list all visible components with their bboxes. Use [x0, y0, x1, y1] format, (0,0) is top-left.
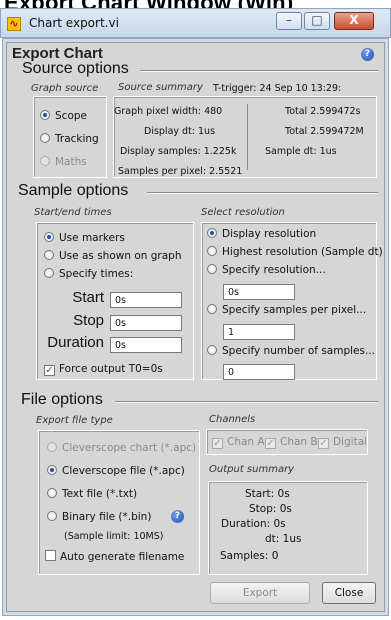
sample-limit-note: (Sample limit: 10MS): [64, 531, 164, 542]
stop-field[interactable]: 0s: [110, 315, 182, 331]
auto-filename-checkbox[interactable]: Auto generate filename: [45, 550, 184, 563]
output-duration: Duration: 0s: [221, 518, 286, 530]
highest-resolution-radio[interactable]: Highest resolution (Sample dt): [207, 246, 383, 258]
trigger-time: T-trigger: 24 Sep 10 13:29:: [213, 83, 342, 94]
summary-divider: [247, 104, 248, 170]
stop-label: Stop: [73, 312, 104, 329]
chan-b-checkbox[interactable]: ✓ Chan B: [265, 436, 318, 449]
duration-label: Duration: [47, 334, 104, 351]
app-icon: ∿: [7, 17, 21, 31]
digital-checkbox[interactable]: ✓ Digital: [318, 436, 367, 449]
radio-icon: [47, 488, 57, 498]
radio-icon: [44, 268, 54, 278]
sample-dt: Sample dt: 1us: [265, 146, 337, 157]
section-divider: [147, 192, 378, 194]
checkbox-icon: [45, 550, 56, 561]
window-title: Chart export.vi: [29, 16, 119, 30]
file-options-heading: File options: [21, 391, 103, 408]
cleverscope-file-radio[interactable]: Cleverscope file (*.apc): [47, 465, 185, 477]
resolution-field[interactable]: 0s: [223, 284, 295, 300]
start-end-times-label: Start/end times: [34, 207, 112, 218]
maximize-button[interactable]: □: [304, 12, 330, 30]
radio-icon: [44, 250, 54, 260]
radio-icon: [40, 156, 50, 166]
output-stop: Stop: 0s: [249, 503, 292, 515]
checkmark-icon: ✓: [44, 365, 55, 376]
display-dt: Display dt: 1us: [144, 126, 216, 137]
source-options-heading: Source options: [22, 60, 129, 77]
radio-icon: [47, 442, 57, 452]
select-resolution-label: Select resolution: [201, 207, 285, 218]
number-of-samples-field[interactable]: 0: [223, 364, 295, 380]
output-start: Start: 0s: [245, 488, 290, 500]
export-file-type-label: Export file type: [36, 415, 113, 426]
radio-icon: [40, 133, 50, 143]
display-samples: Display samples: 1.225k: [120, 146, 237, 157]
specify-samples-radio[interactable]: Specify number of samples...: [207, 345, 375, 357]
total-seconds: Total 2.599472s: [285, 106, 361, 117]
cleverscope-chart-radio[interactable]: Cleverscope chart (*.apc): [47, 442, 196, 454]
section-divider: [140, 70, 378, 72]
channels-label: Channels: [209, 414, 256, 425]
samples-per-pixel-field[interactable]: 1: [223, 324, 295, 340]
duration-field[interactable]: 0s: [110, 337, 182, 353]
chan-a-checkbox[interactable]: ✓ Chan A: [212, 436, 265, 449]
output-dt: dt: 1us: [265, 533, 302, 545]
checkmark-icon: ✓: [212, 438, 223, 449]
minimize-button[interactable]: –: [276, 12, 302, 30]
checkmark-icon: ✓: [265, 438, 276, 449]
radio-icon: [207, 304, 217, 314]
section-divider: [115, 401, 378, 403]
samples-per-pixel: Samples per pixel: 2.5521: [118, 166, 243, 177]
radio-icon: [207, 264, 217, 274]
radio-icon: [40, 110, 50, 120]
text-file-radio[interactable]: Text file (*.txt): [47, 488, 137, 500]
radio-icon: [207, 345, 217, 355]
start-field[interactable]: 0s: [110, 292, 182, 308]
close-button[interactable]: Close: [322, 582, 376, 604]
source-maths-radio[interactable]: Maths: [40, 156, 87, 168]
window-titlebar: ∿ Chart export.vi – □ X: [0, 8, 391, 38]
source-summary-label: Source summary: [118, 82, 203, 93]
specify-spp-radio[interactable]: Specify samples per pixel...: [207, 304, 366, 316]
output-samples: Samples: 0: [220, 550, 279, 562]
use-markers-radio[interactable]: Use markers: [44, 232, 125, 244]
radio-icon: [47, 465, 57, 475]
source-scope-radio[interactable]: Scope: [40, 110, 87, 122]
close-window-button[interactable]: X: [334, 12, 374, 30]
graph-source-label: Graph source: [31, 83, 99, 94]
binary-help-icon[interactable]: ?: [171, 510, 184, 523]
help-icon[interactable]: ?: [361, 48, 374, 61]
checkmark-icon: ✓: [318, 438, 329, 449]
force-t0-checkbox[interactable]: ✓ Force output T0=0s: [44, 363, 163, 376]
binary-file-radio[interactable]: Binary file (*.bin): [47, 511, 151, 523]
sample-options-heading: Sample options: [18, 182, 129, 199]
graph-pixel-width: Graph pixel width: 480: [114, 106, 223, 117]
start-label: Start: [72, 289, 104, 306]
display-resolution-radio[interactable]: Display resolution: [207, 228, 316, 240]
total-samples: Total 2.599472M: [285, 126, 364, 137]
specify-resolution-radio[interactable]: Specify resolution...: [207, 264, 326, 276]
output-summary-label: Output summary: [209, 464, 295, 475]
radio-icon: [207, 246, 217, 256]
source-tracking-radio[interactable]: Tracking: [40, 133, 99, 145]
specify-times-radio[interactable]: Specify times:: [44, 268, 133, 280]
use-graph-radio[interactable]: Use as shown on graph: [44, 250, 181, 262]
radio-icon: [207, 228, 217, 238]
radio-icon: [44, 232, 54, 242]
export-button[interactable]: Export: [210, 582, 310, 604]
radio-icon: [47, 511, 57, 521]
